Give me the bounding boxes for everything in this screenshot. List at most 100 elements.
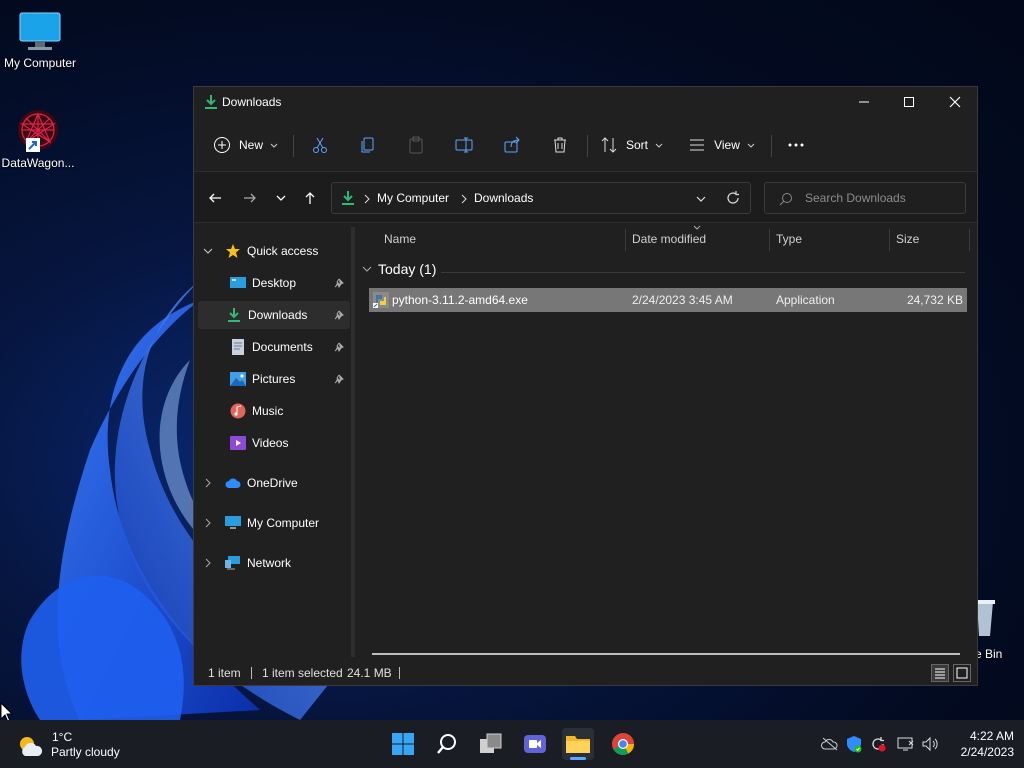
details-view-button[interactable] bbox=[931, 664, 949, 682]
clock-time: 4:22 AM bbox=[969, 729, 1014, 743]
partly-cloudy-icon bbox=[20, 737, 43, 756]
task-view-button[interactable] bbox=[475, 728, 507, 760]
toolbar-divider bbox=[293, 135, 294, 157]
search-box[interactable]: Search Downloads bbox=[764, 182, 966, 214]
sidebar-item-label: Music bbox=[252, 404, 284, 418]
share-button[interactable] bbox=[500, 131, 524, 159]
desktop-icon-recycle-bin[interactable]: e Bin bbox=[975, 598, 1024, 668]
table-row[interactable]: python-3.11.2-amd64.exe 2/24/2023 3:45 A… bbox=[369, 288, 967, 312]
recycle-bin-icon bbox=[975, 600, 995, 636]
refresh-icon[interactable] bbox=[726, 191, 740, 205]
sidebar-item-music[interactable]: Music bbox=[230, 397, 350, 425]
downloads-icon bbox=[342, 191, 354, 205]
sidebar-item-desktop[interactable]: Desktop bbox=[230, 269, 350, 297]
maximize-button[interactable] bbox=[886, 87, 932, 117]
breadcrumb-my-computer[interactable]: My Computer bbox=[377, 191, 449, 205]
chrome-icon bbox=[612, 733, 634, 755]
view-button[interactable]: View bbox=[688, 131, 756, 159]
volume-icon[interactable] bbox=[920, 734, 940, 754]
sidebar-item-documents[interactable]: Documents bbox=[230, 333, 350, 361]
desktop-icon-datawagon[interactable]: DataWagon... bbox=[0, 106, 78, 170]
star-icon bbox=[225, 243, 241, 259]
command-bar: New Sort View bbox=[194, 121, 977, 169]
sort-button[interactable]: Sort bbox=[600, 131, 664, 159]
weather-widget[interactable]: 1°C Partly cloudy bbox=[16, 728, 136, 762]
up-button[interactable] bbox=[298, 186, 322, 210]
group-header-today[interactable]: Today (1) bbox=[362, 261, 436, 277]
desktop-icon bbox=[230, 275, 246, 291]
sidebar-item-network[interactable]: Network bbox=[198, 549, 350, 577]
tiles-view-button[interactable] bbox=[953, 664, 971, 682]
taskbar: 1°C Partly cloudy 4:22 AM 2/24/2023 bbox=[0, 720, 1024, 768]
forward-button[interactable] bbox=[238, 186, 262, 210]
column-divider[interactable] bbox=[769, 229, 770, 251]
new-button[interactable]: New bbox=[212, 131, 280, 159]
chrome-taskbar-button[interactable] bbox=[607, 728, 639, 760]
column-divider[interactable] bbox=[625, 229, 626, 251]
status-selection-size: 24.1 MB bbox=[347, 666, 392, 680]
folder-icon bbox=[566, 736, 590, 753]
sidebar-item-label: OneDrive bbox=[247, 476, 298, 490]
desktop-icon-my-computer[interactable]: My Computer bbox=[0, 10, 80, 70]
document-icon bbox=[230, 339, 246, 355]
share-icon bbox=[504, 136, 520, 153]
status-item-count: 1 item bbox=[208, 666, 241, 680]
desktop-icon-label: DataWagon... bbox=[1, 156, 75, 170]
sidebar-item-quick-access[interactable]: Quick access bbox=[198, 237, 350, 265]
navigation-pane-scrollbar[interactable] bbox=[351, 227, 355, 657]
cut-button[interactable] bbox=[308, 131, 332, 159]
rename-icon bbox=[455, 137, 473, 153]
search-taskbar-button[interactable] bbox=[431, 728, 463, 760]
music-icon bbox=[230, 403, 246, 419]
onedrive-offline-icon[interactable] bbox=[820, 734, 840, 754]
status-selection: 1 item selected bbox=[262, 666, 343, 680]
group-label: Today (1) bbox=[378, 261, 437, 277]
sidebar-item-downloads[interactable]: Downloads bbox=[198, 301, 350, 329]
start-button[interactable] bbox=[387, 728, 419, 760]
sidebar-item-onedrive[interactable]: OneDrive bbox=[198, 469, 350, 497]
network-status-icon[interactable] bbox=[896, 734, 916, 754]
view-label: View bbox=[714, 138, 740, 152]
downloads-icon bbox=[204, 94, 218, 113]
chevron-down-icon[interactable] bbox=[695, 193, 707, 205]
search-icon bbox=[437, 734, 456, 754]
active-app-indicator bbox=[570, 757, 586, 760]
address-bar[interactable]: My Computer Downloads bbox=[331, 182, 751, 214]
more-options-button[interactable] bbox=[784, 131, 808, 159]
rename-button[interactable] bbox=[452, 131, 476, 159]
minimize-icon bbox=[859, 101, 869, 103]
weather-temp: 1°C bbox=[52, 730, 73, 744]
recent-locations-button[interactable] bbox=[269, 186, 293, 210]
column-header-name[interactable]: Name bbox=[384, 225, 416, 253]
datawagon-icon bbox=[14, 106, 62, 154]
minimize-button[interactable] bbox=[841, 87, 887, 117]
copy-icon bbox=[361, 137, 374, 153]
delete-button[interactable] bbox=[548, 131, 572, 159]
status-divider bbox=[399, 667, 400, 679]
paste-button[interactable] bbox=[404, 131, 428, 159]
horizontal-scrollbar[interactable] bbox=[372, 653, 960, 655]
tiles-view-icon bbox=[956, 667, 968, 679]
column-header-type[interactable]: Type bbox=[776, 225, 802, 253]
column-divider[interactable] bbox=[889, 229, 890, 251]
ellipsis-icon bbox=[788, 143, 804, 147]
title-bar[interactable]: Downloads bbox=[194, 87, 977, 119]
update-icon[interactable] bbox=[868, 734, 888, 754]
sidebar-item-my-computer[interactable]: My Computer bbox=[198, 509, 350, 537]
arrow-up-icon bbox=[305, 192, 315, 204]
file-type: Application bbox=[776, 293, 835, 307]
clock[interactable]: 4:22 AM 2/24/2023 bbox=[948, 728, 1014, 760]
column-header-size[interactable]: Size bbox=[896, 225, 919, 253]
breadcrumb-downloads[interactable]: Downloads bbox=[474, 191, 533, 205]
column-divider[interactable] bbox=[969, 229, 970, 251]
back-button[interactable] bbox=[203, 186, 227, 210]
sidebar-item-pictures[interactable]: Pictures bbox=[230, 365, 350, 393]
sidebar-item-videos[interactable]: Videos bbox=[230, 429, 350, 457]
file-explorer-taskbar-button[interactable] bbox=[562, 728, 594, 760]
security-shield-icon[interactable] bbox=[844, 734, 864, 754]
copy-button[interactable] bbox=[356, 131, 380, 159]
group-divider bbox=[441, 272, 965, 273]
teams-chat-button[interactable] bbox=[519, 728, 551, 760]
network-icon bbox=[225, 555, 241, 571]
close-button[interactable] bbox=[932, 87, 978, 117]
